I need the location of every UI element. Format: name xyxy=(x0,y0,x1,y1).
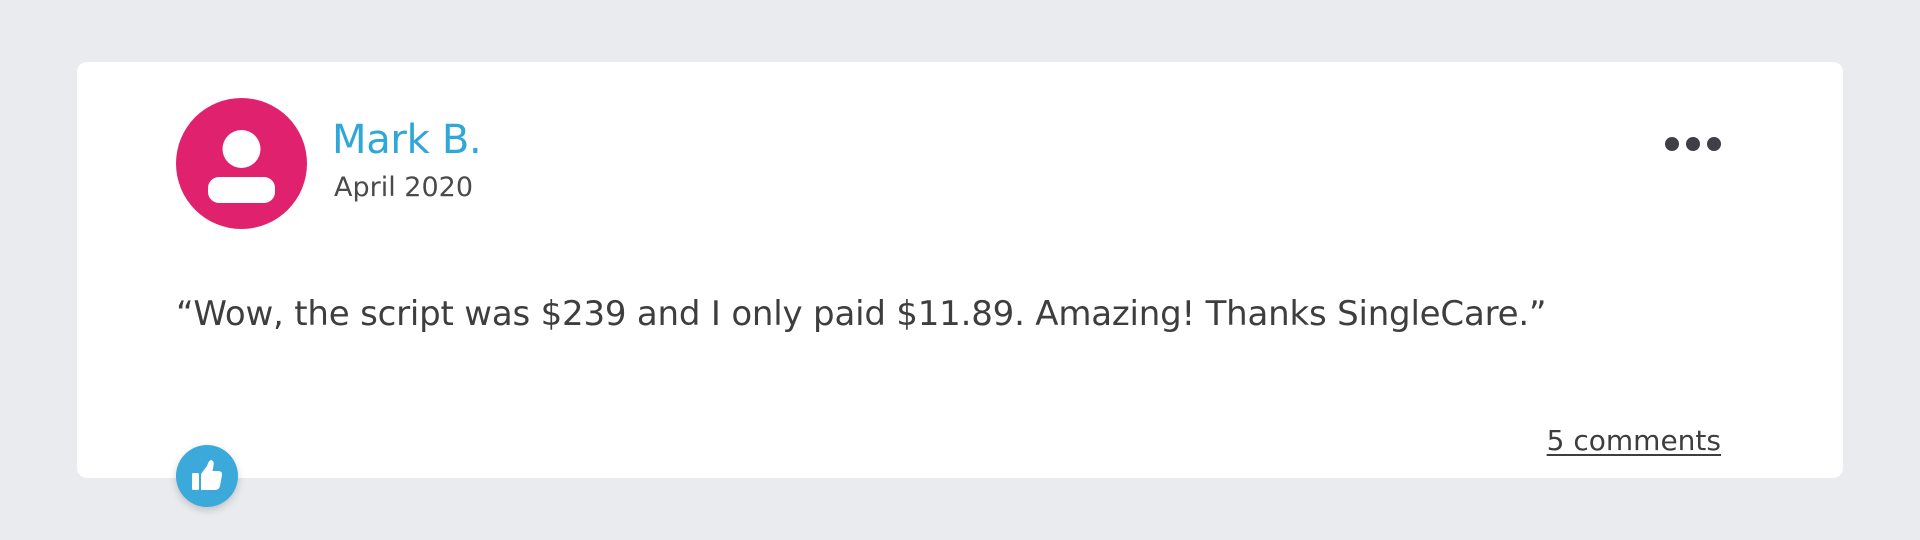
post-date: April 2020 xyxy=(334,172,474,203)
author-name: Mark B. xyxy=(332,117,482,163)
user-icon xyxy=(208,130,275,203)
avatar xyxy=(176,98,307,229)
thumbs-up-icon xyxy=(192,460,223,490)
page-background: Mark B. April 2020 “Wow, the script was … xyxy=(0,0,1920,540)
comments-link[interactable]: 5 comments xyxy=(1547,424,1721,457)
like-button[interactable] xyxy=(176,445,238,507)
more-options-button[interactable] xyxy=(1663,128,1723,160)
review-text: “Wow, the script was $239 and I only pai… xyxy=(176,294,1547,334)
more-horizontal-icon xyxy=(1665,137,1721,151)
review-card: Mark B. April 2020 “Wow, the script was … xyxy=(77,62,1843,478)
